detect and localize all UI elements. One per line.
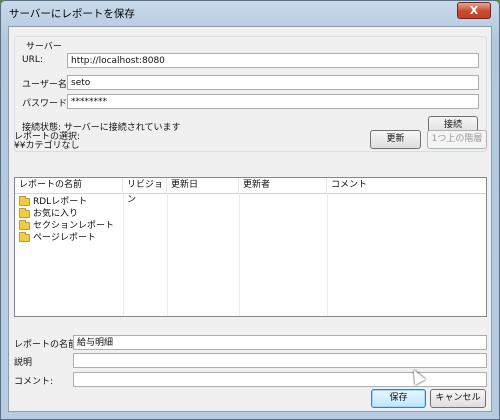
url-label: URL: [22, 55, 43, 65]
up-one-level-button[interactable]: 1つ上の階層 [427, 130, 487, 149]
report-list-header: レポートの名前 リビジョン 更新日 更新者 コメント [15, 178, 486, 205]
description-field[interactable] [73, 353, 487, 368]
title-bar[interactable]: サーバーにレポートを保存 X [1, 1, 499, 27]
username-field[interactable]: seto [67, 75, 479, 90]
list-item[interactable]: セクションレポート [15, 220, 486, 232]
save-button[interactable]: 保存 [371, 389, 426, 408]
column-header-revision[interactable]: リビジョン [123, 178, 167, 205]
column-header-updated[interactable]: 更新日 [167, 178, 239, 194]
save-report-dialog: サーバーにレポートを保存 X サーバー URL: http://localhos… [0, 0, 500, 420]
report-list[interactable]: レポートの名前 リビジョン 更新日 更新者 コメント RDLレポート お気に入り… [14, 177, 487, 317]
comment-label: コメント: [14, 377, 54, 387]
folder-icon [19, 220, 30, 230]
folder-icon [19, 196, 30, 206]
dialog-body: サーバー URL: http://localhost:8080 ユーザー名: s… [8, 26, 492, 412]
list-item-label: お気に入り [33, 209, 79, 219]
password-label: パスワード: [22, 99, 71, 109]
report-name-label: レポートの名前: [14, 340, 81, 350]
description-label: 説明 [14, 358, 33, 368]
report-name-field[interactable]: 給与明細 [73, 335, 487, 350]
refresh-button[interactable]: 更新 [370, 130, 421, 149]
close-icon: X [469, 4, 479, 17]
list-item-label: RDLレポート [33, 197, 88, 207]
url-field[interactable]: http://localhost:8080 [67, 53, 479, 68]
column-header-updated-by[interactable]: 更新者 [239, 178, 327, 194]
list-item[interactable]: お気に入り [15, 208, 486, 220]
column-header-comment[interactable]: コメント [327, 178, 486, 194]
folder-icon [19, 232, 30, 242]
list-item[interactable]: ページレポート [15, 232, 486, 244]
folder-icon [19, 208, 30, 218]
user-label: ユーザー名: [22, 80, 70, 90]
current-category-path: ¥¥カテゴリなし [14, 141, 80, 151]
column-header-name[interactable]: レポートの名前 [15, 178, 123, 194]
list-item-label: ページレポート [33, 233, 96, 243]
server-group-title: サーバー [24, 39, 64, 52]
close-button[interactable]: X [457, 2, 491, 19]
dialog-title: サーバーにレポートを保存 [9, 8, 135, 20]
password-field[interactable]: ******** [67, 94, 479, 109]
list-item[interactable]: RDLレポート [15, 196, 486, 208]
list-item-label: セクションレポート [33, 221, 115, 231]
cancel-button[interactable]: キャンセル [430, 389, 486, 408]
